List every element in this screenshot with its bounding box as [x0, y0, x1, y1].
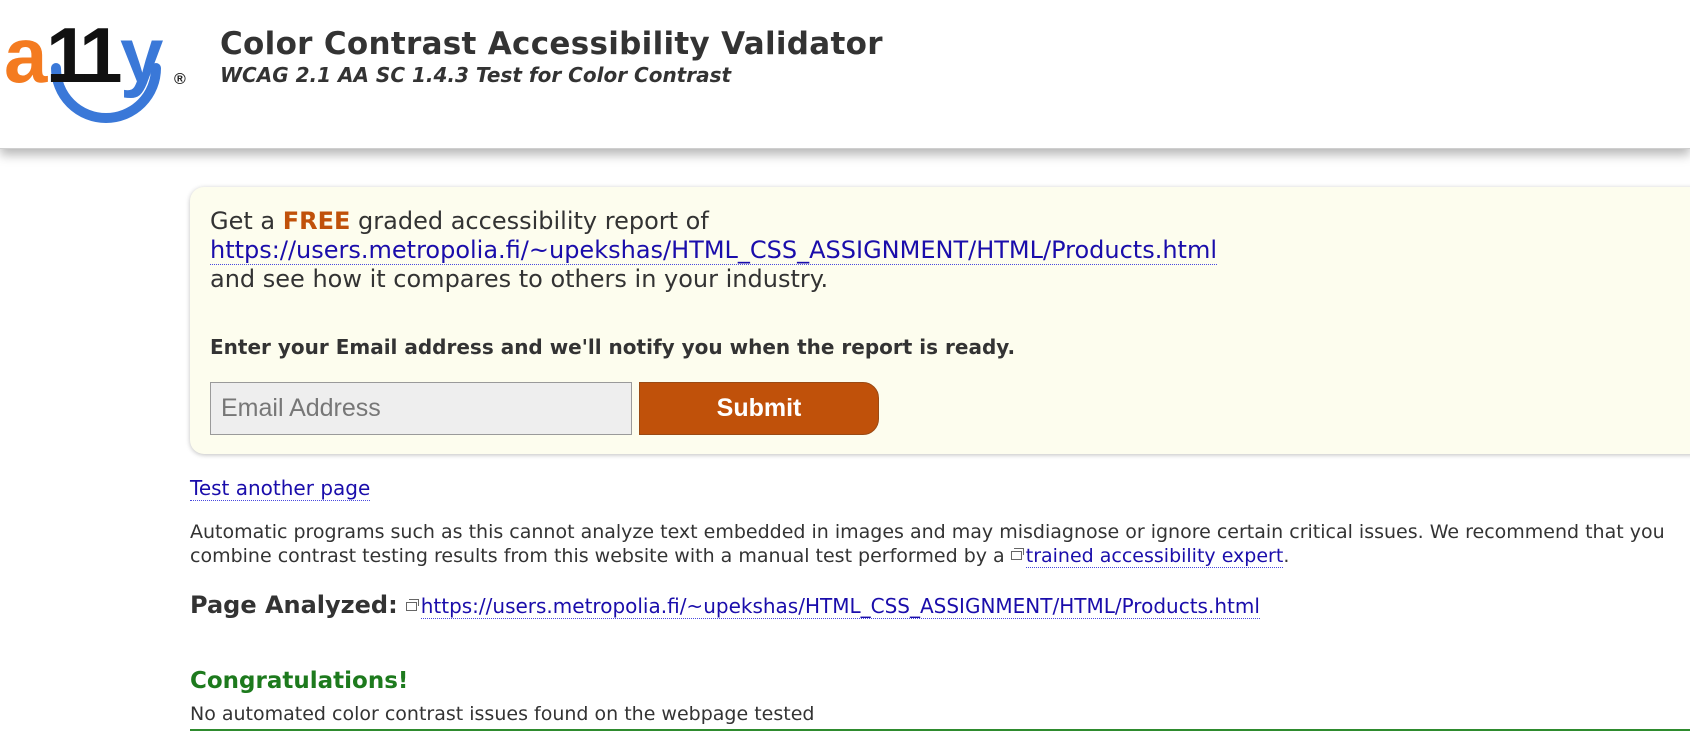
result-message: No automated color contrast issues found…: [190, 703, 815, 725]
email-instruction: Enter your Email address and we'll notif…: [210, 335, 1016, 359]
svg-text:y: y: [120, 11, 163, 99]
free-label: FREE: [282, 207, 351, 235]
page-analyzed-label: Page Analyzed:: [190, 591, 398, 619]
external-link-icon: [1010, 548, 1024, 560]
disclaimer-text: Automatic programs such as this cannot a…: [190, 520, 1670, 568]
test-another-page-link[interactable]: Test another page: [190, 476, 371, 501]
report-promo-box: Get a FREE graded accessibility report o…: [190, 187, 1690, 454]
email-address-input[interactable]: [210, 382, 632, 435]
promo-compare-text: and see how it compares to others in you…: [210, 265, 829, 293]
accessibility-expert-link[interactable]: trained accessibility expert: [1025, 545, 1284, 568]
submit-button[interactable]: Submit: [639, 382, 879, 435]
a11y-logo[interactable]: a 11 y ®: [4, 8, 194, 132]
result-divider: [190, 729, 1690, 731]
promo-intro-start: Get a: [210, 207, 283, 235]
promo-intro-end: graded accessibility report of: [350, 207, 709, 235]
page-analyzed-row: Page Analyzed: https://users.metropolia.f…: [190, 591, 1260, 619]
promo-intro: Get a FREE graded accessibility report o…: [210, 207, 709, 235]
site-title: Color Contrast Accessibility Validator: [220, 26, 883, 62]
disclaimer-period: .: [1283, 545, 1290, 567]
result-heading: Congratulations!: [190, 668, 409, 694]
external-link-icon: [405, 599, 419, 611]
site-header: a 11 y ® Color Contrast Accessibility Va…: [0, 0, 1690, 149]
svg-text:11: 11: [46, 11, 121, 99]
svg-text:a: a: [4, 11, 48, 99]
svg-text:®: ®: [174, 71, 186, 88]
promo-report-url-link[interactable]: https://users.metropolia.fi/~upekshas/HT…: [210, 236, 1218, 265]
analyzed-page-url-link[interactable]: https://users.metropolia.fi/~upekshas/HT…: [420, 594, 1260, 619]
disclaimer-body: Automatic programs such as this cannot a…: [190, 521, 1665, 567]
site-subtitle: WCAG 2.1 AA SC 1.4.3 Test for Color Cont…: [220, 63, 732, 87]
